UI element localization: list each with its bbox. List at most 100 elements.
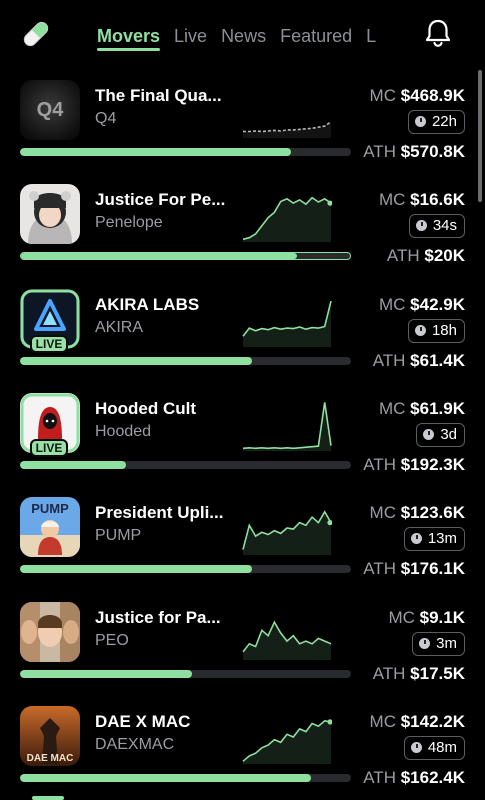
sparkline-area — [243, 402, 331, 451]
price-sparkline — [243, 121, 332, 138]
bonding-progress-bar — [20, 357, 351, 365]
age-value: 18h — [431, 322, 457, 339]
ath-label: ATH — [372, 351, 406, 370]
market-cap-label: MC — [369, 712, 396, 731]
bonding-progress-fill — [20, 774, 312, 782]
tab-featured[interactable]: Featured — [280, 25, 352, 51]
age-value: 22h — [431, 113, 457, 130]
market-cap: MC $468.9K — [370, 86, 465, 106]
age-badge: 48m — [403, 736, 465, 760]
market-cap-value: $61.9K — [410, 399, 465, 418]
price-sparkline — [242, 719, 332, 764]
ath-label: ATH — [363, 455, 396, 474]
all-time-high: ATH $61.4K — [373, 351, 465, 371]
pill-icon[interactable] — [20, 18, 52, 50]
price-sparkline — [242, 196, 332, 242]
clock-icon — [419, 638, 431, 649]
age-value: 34s — [432, 217, 457, 234]
bottom-indicator — [32, 796, 64, 800]
bonding-progress-bar — [20, 252, 351, 260]
live-badge: LIVE — [30, 335, 68, 353]
clock-icon — [414, 325, 426, 336]
bonding-progress-bar — [20, 670, 351, 678]
bonding-progress-bar — [20, 148, 351, 156]
age-badge: 34s — [408, 214, 465, 238]
ath-value: $17.5K — [410, 664, 465, 683]
market-cap: MC $142.2K — [370, 712, 465, 732]
coin-row[interactable]: LIVE Hooded Cult Hooded MC $61.9K 3d ATH $192… — [0, 383, 485, 487]
coin-row[interactable]: Q4 The Final Qua... Q4 MC $468.9K 22h ATH $57… — [0, 70, 485, 174]
market-cap-value: $123.6K — [400, 503, 465, 522]
tab-overflow[interactable]: L — [366, 25, 376, 51]
coin-avatar — [20, 184, 80, 244]
clock-icon — [423, 429, 435, 440]
market-cap: MC $123.6K — [370, 503, 465, 523]
coin-name: AKIRA LABS — [95, 295, 200, 314]
coin-ticker: PUMP — [95, 527, 142, 544]
ath-value: $192.3K — [400, 455, 465, 474]
bell-icon[interactable] — [424, 18, 452, 48]
coin-row[interactable]: PUMP President Upli... PUMP MC $123.6K 13m AT… — [0, 487, 485, 591]
price-sparkline — [242, 620, 332, 660]
market-cap-label: MC — [388, 608, 415, 627]
coin-name: President Upli... — [95, 503, 224, 522]
bonding-progress-fill — [20, 461, 126, 469]
ath-label: ATH — [363, 559, 396, 578]
coin-name: DAE X MAC — [95, 712, 191, 731]
market-cap-label: MC — [369, 86, 396, 105]
market-cap-value: $16.6K — [410, 190, 465, 209]
all-time-high: ATH $162.4K — [363, 768, 465, 788]
svg-text:Q4: Q4 — [37, 99, 65, 121]
sparkline-area — [243, 197, 331, 242]
coin-ticker: Penelope — [95, 214, 163, 231]
bonding-progress-fill — [20, 670, 193, 678]
tab-news[interactable]: News — [221, 25, 266, 51]
coin-name: The Final Qua... — [95, 86, 222, 105]
coin-ticker: Q4 — [95, 110, 117, 127]
tab-bar: Movers Live News Featured L — [97, 25, 402, 51]
tab-movers[interactable]: Movers — [97, 25, 161, 51]
age-badge: 22h — [407, 110, 465, 134]
ath-value: $61.4K — [410, 351, 465, 370]
market-cap: MC $42.9K — [379, 295, 465, 315]
ath-label: ATH — [372, 664, 406, 683]
coin-row[interactable]: Justice for Pa... PEO MC $9.1K 3m ATH $17.5K — [0, 592, 485, 696]
market-cap-value: $9.1K — [419, 608, 465, 627]
market-cap: MC $61.9K — [379, 399, 465, 419]
coin-name: Hooded Cult — [95, 399, 197, 418]
bonding-progress-fill — [21, 253, 298, 259]
ath-value: $20K — [424, 246, 465, 265]
tab-live[interactable]: Live — [174, 25, 207, 51]
coin-row[interactable]: Justice For Pe... Penelope MC $16.6K 34s ATH… — [0, 174, 485, 278]
age-value: 3d — [440, 426, 457, 443]
market-cap-value: $468.9K — [400, 86, 465, 105]
coin-ticker: AKIRA — [95, 319, 144, 336]
coin-row[interactable]: DAE MAC DAE X MAC DAEXMAC MC $142.2K 48m ATH … — [0, 696, 485, 800]
age-value: 3m — [436, 635, 457, 652]
market-cap-label: MC — [378, 295, 406, 314]
ath-value: $570.8K — [400, 142, 465, 161]
market-cap-label: MC — [369, 503, 396, 522]
age-value: 48m — [427, 739, 457, 756]
price-sparkline — [242, 510, 332, 555]
age-value: 13m — [427, 530, 457, 547]
sparkline-area — [243, 121, 331, 138]
coin-name: Justice for Pa... — [95, 608, 221, 627]
coin-avatar: Q4 — [20, 80, 80, 140]
bonding-progress-bar — [20, 774, 351, 782]
sparkline-area — [243, 301, 331, 347]
market-cap: MC $16.6K — [379, 190, 465, 210]
bonding-progress-fill — [20, 565, 252, 573]
all-time-high: ATH $192.3K — [363, 455, 465, 475]
price-sparkline — [242, 300, 332, 347]
coin-row[interactable]: LIVE AKIRA LABS AKIRA MC $42.9K 18h ATH $61.4… — [0, 279, 485, 383]
ath-label: ATH — [363, 768, 396, 787]
ath-value: $162.4K — [400, 768, 465, 787]
top-bar: Movers Live News Featured L — [0, 0, 485, 70]
svg-text:DAE MAC: DAE MAC — [27, 753, 74, 764]
coin-name: Justice For Pe... — [95, 190, 226, 209]
bonding-progress-bar — [20, 565, 351, 573]
clock-icon — [410, 742, 422, 753]
svg-text:PUMP: PUMP — [31, 501, 69, 516]
age-badge: 3m — [412, 632, 465, 656]
